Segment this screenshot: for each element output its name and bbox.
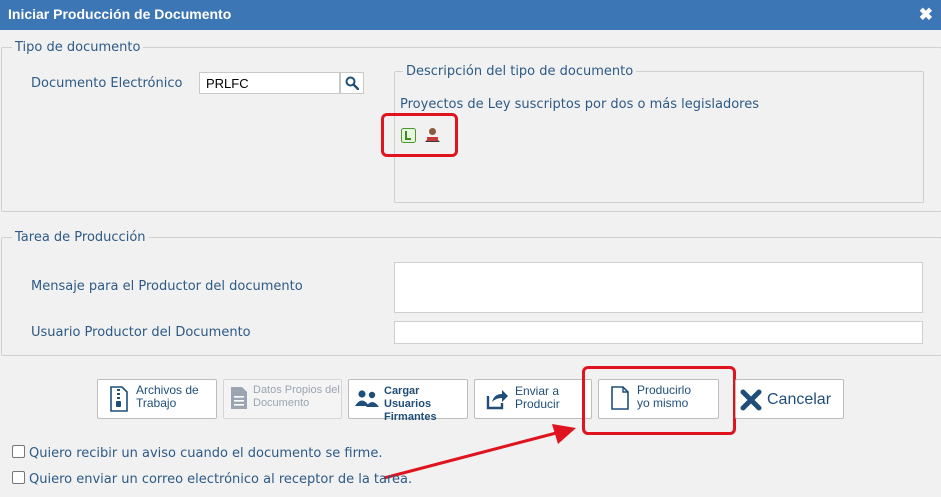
aviso-checkbox[interactable] (12, 445, 25, 458)
archivos-line1: Archivos de (136, 383, 199, 397)
aviso-label: Quiero recibir un aviso cuando el docume… (29, 446, 383, 461)
cancel-x-icon (740, 389, 762, 411)
enviar-line2: Producir (515, 397, 560, 411)
checkbox-row-aviso: Quiero recibir un aviso cuando el docume… (12, 445, 382, 461)
descripcion-text: Proyectos de Ley suscriptos por dos o má… (400, 97, 760, 112)
datos-line1: Datos Propios del (253, 384, 340, 396)
tarea-produccion-legend: Tarea de Producción (15, 230, 146, 245)
enviar-line1: Enviar a (515, 384, 560, 398)
send-arrow-icon (486, 390, 508, 410)
icons-highlight (381, 113, 458, 157)
cargar-usuarios-button[interactable]: Cargar Usuarios Firmantes (348, 379, 468, 423)
cancelar-label: Cancelar (767, 391, 832, 408)
tipo-documento-legend: Tipo de documento (15, 40, 141, 55)
cargar-line1: Cargar Usuarios (384, 385, 432, 410)
mensaje-textarea[interactable] (394, 262, 923, 313)
usuario-productor-label: Usuario Productor del Documento (31, 325, 251, 340)
descripcion-legend: Descripción del tipo de documento (406, 64, 634, 79)
correo-label: Quiero enviar un correo electrónico al r… (29, 472, 413, 487)
users-icon (355, 390, 379, 407)
window-title: Iniciar Producción de Documento (8, 6, 232, 22)
datos-propios-button[interactable]: Datos Propios del Documento (223, 379, 342, 419)
usuario-productor-input[interactable] (394, 321, 923, 344)
search-button[interactable] (340, 72, 364, 94)
documento-electronico-label: Documento Electrónico (31, 76, 183, 91)
checkbox-row-correo: Quiero enviar un correo electrónico al r… (12, 471, 412, 487)
enviar-producir-button[interactable]: Enviar a Producir (474, 379, 592, 419)
archivos-line2: Trabajo (136, 396, 177, 410)
mensaje-label: Mensaje para el Productor del documento (31, 279, 303, 294)
search-icon (345, 76, 359, 90)
correo-checkbox[interactable] (12, 471, 25, 484)
producirlo-highlight (582, 366, 736, 435)
zip-file-icon (110, 386, 128, 412)
datos-line2: Documento (253, 397, 310, 409)
title-bar: Iniciar Producción de Documento ✖ (0, 0, 941, 30)
descripcion-section: Descripción del tipo de documento (394, 64, 924, 203)
documento-electronico-input[interactable] (199, 72, 340, 94)
archivos-trabajo-button[interactable]: Archivos de Trabajo (97, 379, 217, 419)
close-icon[interactable]: ✖ (919, 6, 933, 23)
document-icon (231, 387, 247, 409)
cancelar-button[interactable]: Cancelar (735, 379, 844, 419)
